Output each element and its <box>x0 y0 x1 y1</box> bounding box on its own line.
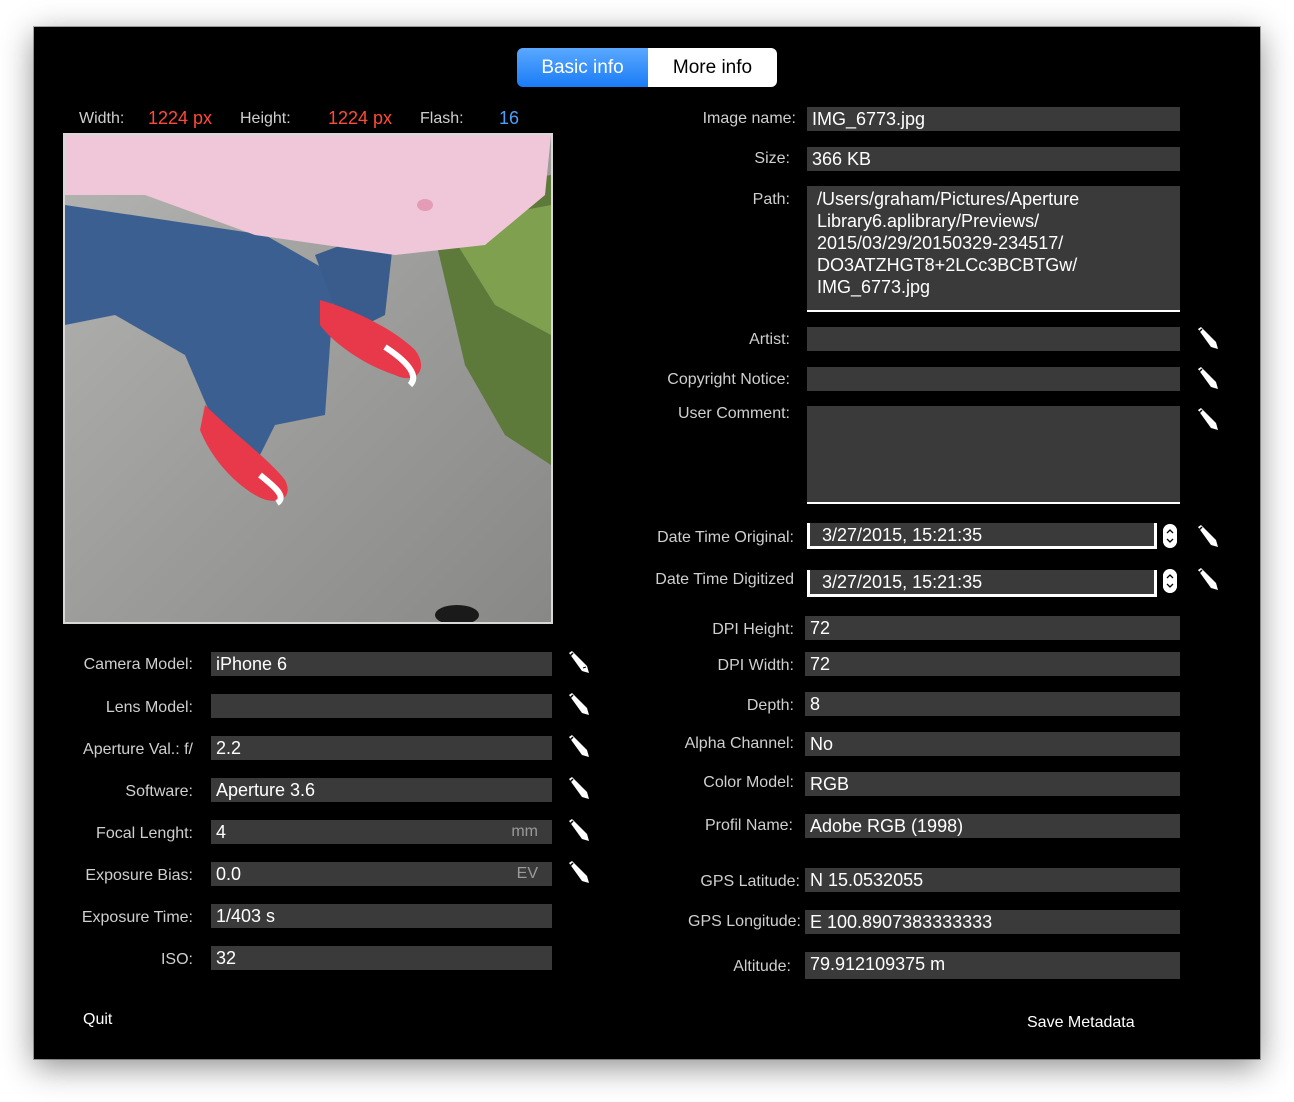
tab-more-info[interactable]: More info <box>648 48 777 87</box>
user-comment-label: User Comment: <box>677 405 790 422</box>
software-field[interactable]: Aperture 3.6 <box>211 778 552 802</box>
height-label: Height: <box>240 110 291 127</box>
color-model-field[interactable]: RGB <box>805 772 1180 796</box>
image-name-label: Image name: <box>702 110 796 127</box>
date-digitized-label: Date Time Digitized <box>655 571 794 588</box>
gps-latitude-label: GPS Latitude: <box>700 873 800 890</box>
lens-model-field[interactable] <box>211 694 552 718</box>
software-label: Software: <box>125 783 193 800</box>
date-original-field[interactable]: 3/27/2015, 15:21:35 <box>807 523 1157 549</box>
alpha-channel-field[interactable]: No <box>805 732 1180 756</box>
exposure-time-field[interactable]: 1/403 s <box>211 904 552 928</box>
image-name-field[interactable]: IMG_6773.jpg <box>807 107 1180 131</box>
date-digitized-pencil-icon[interactable] <box>1195 567 1221 593</box>
gps-longitude-label: GPS Longitude: <box>688 913 801 930</box>
flash-value: 16 <box>499 108 520 128</box>
path-field[interactable]: /Users/graham/Pictures/Aperture Library6… <box>807 186 1180 312</box>
color-model-label: Color Model: <box>703 774 794 791</box>
exposure-time-label: Exposure Time: <box>81 909 193 926</box>
software-pencil-icon[interactable] <box>566 776 592 802</box>
width-label: Width: <box>79 110 125 127</box>
copyright-label: Copyright Notice: <box>667 371 790 388</box>
app-window: Basic info More info Width: 1224 px Heig… <box>34 27 1260 1059</box>
user-comment-field[interactable] <box>807 406 1180 504</box>
aperture-field[interactable]: 2.2 <box>211 736 552 760</box>
iso-field[interactable]: 32 <box>211 946 552 970</box>
exposure-bias-value: 0.0 <box>216 864 242 884</box>
dpi-height-field[interactable]: 72 <box>805 616 1180 640</box>
depth-label: Depth: <box>746 697 794 714</box>
artist-pencil-icon[interactable] <box>1195 326 1221 352</box>
exposure-bias-field[interactable]: 0.0 EV <box>211 862 552 886</box>
profile-name-field[interactable]: Adobe RGB (1998) <box>805 814 1180 838</box>
height-value: 1224 px <box>328 108 393 128</box>
artist-label: Artist: <box>749 331 790 348</box>
profile-name-label: Profil Name: <box>704 817 793 834</box>
size-label: Size: <box>754 150 790 167</box>
tab-basic-info[interactable]: Basic info <box>517 48 648 87</box>
quit-button[interactable]: Quit <box>83 1010 112 1030</box>
artist-field[interactable] <box>807 327 1180 351</box>
dpi-width-field[interactable]: 72 <box>805 652 1180 676</box>
camera-model-pencil-icon[interactable] <box>566 650 592 676</box>
user-comment-pencil-icon[interactable] <box>1195 407 1221 433</box>
path-label: Path: <box>752 191 790 208</box>
altitude-label: Altitude: <box>733 958 791 975</box>
date-digitized-stepper-icon[interactable] <box>1163 569 1177 593</box>
focal-length-unit: mm <box>511 823 538 840</box>
exposure-bias-pencil-icon[interactable] <box>566 860 592 886</box>
photo-drawing <box>65 135 551 622</box>
dpi-height-label: DPI Height: <box>712 621 794 638</box>
gps-latitude-field[interactable]: N 15.0532055 <box>805 868 1180 892</box>
focal-length-value: 4 <box>216 822 227 842</box>
aperture-label: Aperture Val.: f/ <box>83 741 193 758</box>
copyright-pencil-icon[interactable] <box>1195 366 1221 392</box>
iso-label: ISO: <box>160 951 193 968</box>
date-digitized-field[interactable]: 3/27/2015, 15:21:35 <box>807 570 1157 597</box>
dpi-width-label: DPI Width: <box>717 657 794 674</box>
width-value: 1224 px <box>148 108 213 128</box>
date-original-stepper-icon[interactable] <box>1163 524 1177 548</box>
alpha-channel-label: Alpha Channel: <box>684 735 794 752</box>
date-original-pencil-icon[interactable] <box>1195 524 1221 550</box>
gps-longitude-field[interactable]: E 100.8907383333333 <box>805 910 1180 934</box>
depth-field[interactable]: 8 <box>805 692 1180 716</box>
focal-length-label: Focal Lenght: <box>96 825 193 842</box>
camera-model-label: Camera Model: <box>83 656 193 673</box>
save-metadata-button[interactable]: Save Metadata <box>1027 1013 1135 1033</box>
copyright-field[interactable] <box>807 367 1180 391</box>
lens-model-label: Lens Model: <box>105 699 193 716</box>
focal-length-field[interactable]: 4 mm <box>211 820 552 844</box>
image-preview <box>63 133 553 624</box>
camera-model-field[interactable]: iPhone 6 <box>211 652 552 676</box>
altitude-field[interactable]: 79.912109375 m <box>805 952 1180 979</box>
aperture-pencil-icon[interactable] <box>566 734 592 760</box>
lens-model-pencil-icon[interactable] <box>566 692 592 718</box>
flash-label: Flash: <box>420 110 464 127</box>
size-field[interactable]: 366 KB <box>807 147 1180 171</box>
focal-length-pencil-icon[interactable] <box>566 818 592 844</box>
date-original-label: Date Time Original: <box>657 529 794 546</box>
exposure-bias-unit: EV <box>516 865 538 882</box>
exposure-bias-label: Exposure Bias: <box>85 867 193 884</box>
